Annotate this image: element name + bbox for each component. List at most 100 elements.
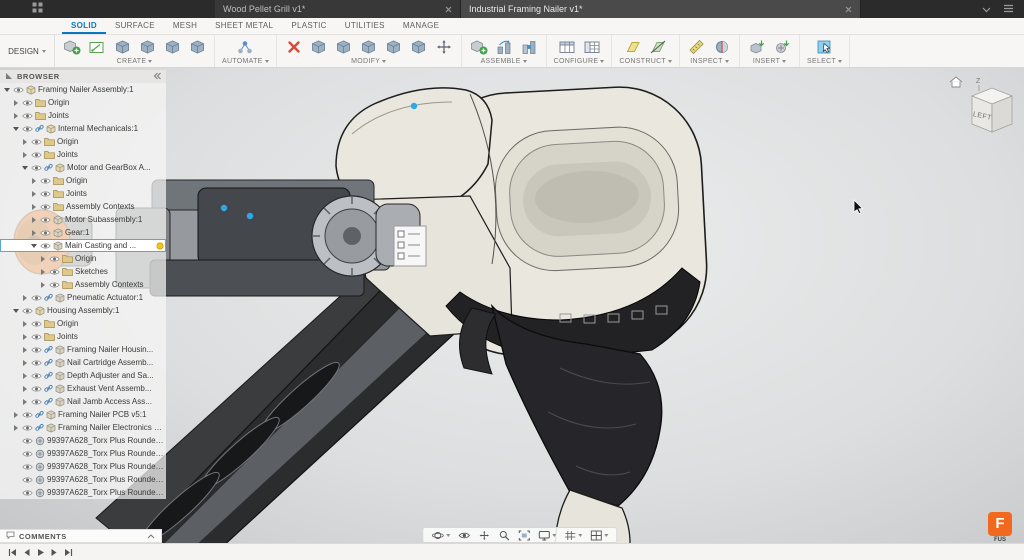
viewports-button[interactable] [590,530,608,541]
visibility-eye-icon[interactable] [22,489,33,497]
toolbar-group-label[interactable]: CREATE [117,56,153,66]
combine-button[interactable] [384,38,404,56]
fit-button[interactable] [518,530,530,541]
fillet-button[interactable] [334,38,354,56]
visibility-eye-icon[interactable] [22,307,33,315]
browser-item[interactable]: Depth Adjuster and Sa... [0,369,166,382]
browser-item[interactable]: 99397A628_Torx Plus Rounded He... [0,434,166,447]
expand-right-icon[interactable] [12,111,20,120]
visibility-eye-icon[interactable] [22,463,33,471]
ribbon-tab-plastic[interactable]: PLASTIC [282,18,335,34]
primitive-box-button[interactable] [187,38,207,56]
browser-item[interactable]: 99397A628_Torx Plus Rounded He... [0,473,166,486]
ribbon-tab-solid[interactable]: SOLID [62,18,106,34]
zoom-button[interactable] [498,530,510,541]
new-component-assembly-button[interactable] [469,38,489,56]
as-built-joint-button[interactable] [519,38,539,56]
visibility-eye-icon[interactable] [31,346,42,354]
browser-item[interactable]: 99397A628_Torx Plus Rounded He... [0,447,166,460]
display-settings-button[interactable] [538,530,556,541]
expand-right-icon[interactable] [12,410,20,419]
delete-button[interactable] [284,38,304,56]
ribbon-tab-mesh[interactable]: MESH [164,18,206,34]
browser-item[interactable]: 99397A628_Torx Plus Rounded He... [0,486,166,499]
revolve-button[interactable] [137,38,157,56]
expand-right-icon[interactable] [39,280,47,289]
select-button[interactable] [815,38,835,56]
visibility-eye-icon[interactable] [31,138,42,146]
press-pull-button[interactable] [309,38,329,56]
browser-item[interactable]: Sketches [0,265,166,278]
browser-item[interactable]: Framing Nailer PCB v5:1 [0,408,166,421]
ribbon-tab-utilities[interactable]: UTILITIES [336,18,394,34]
browser-header[interactable]: BROWSER [0,70,166,83]
toolbar-group-label[interactable]: SELECT [807,56,842,66]
browser-item[interactable]: Joints [0,330,166,343]
visibility-eye-icon[interactable] [31,320,42,328]
step-back-button[interactable] [22,548,31,557]
visibility-eye-icon[interactable] [31,333,42,341]
sweep-button[interactable] [162,38,182,56]
browser-item[interactable]: 99397A628_Torx Plus Rounded He... [0,460,166,473]
toolbar-group-label[interactable]: AUTOMATE [222,56,269,66]
expand-right-icon[interactable] [30,215,38,224]
expand-down-icon[interactable] [30,241,38,250]
browser-item[interactable]: Gear:1 [0,226,166,239]
browser-item[interactable]: Framing Nailer Assembly:1 [0,83,166,96]
timeline[interactable] [0,543,1024,560]
visibility-eye-icon[interactable] [40,177,51,185]
panel-grip-icon[interactable] [5,72,13,82]
app-grid-icon[interactable] [32,0,43,18]
browser-item[interactable]: Origin [0,174,166,187]
expand-down-icon[interactable] [3,85,11,94]
toolbar-group-label[interactable]: ASSEMBLE [481,56,527,66]
configuration-table-button[interactable] [582,38,602,56]
visibility-eye-icon[interactable] [49,281,60,289]
look-at-button[interactable] [458,531,470,540]
configure-button[interactable] [557,38,577,56]
browser-item[interactable]: Framing Nailer Electronics v5:2 [0,421,166,434]
browser-item[interactable]: Assembly Contexts [0,200,166,213]
toolbar-group-label[interactable]: CONFIGURE [554,56,605,66]
expand-right-icon[interactable] [21,137,29,146]
browser-item[interactable]: Nail Jamb Access Ass... [0,395,166,408]
expand-right-icon[interactable] [12,423,20,432]
visibility-eye-icon[interactable] [22,450,33,458]
tab-list-chevron-icon[interactable] [982,0,991,18]
home-icon[interactable] [950,77,962,87]
browser-item[interactable]: Framing Nailer Housin... [0,343,166,356]
visibility-eye-icon[interactable] [22,125,33,133]
pan-button[interactable] [478,530,490,541]
insert-mcmaster-button[interactable] [772,38,792,56]
expand-comments-icon[interactable] [147,532,155,541]
browser-item[interactable]: Joints [0,187,166,200]
manipulator-handle[interactable] [221,205,227,211]
grid-and-snaps-button[interactable] [564,530,582,541]
collapse-panel-icon[interactable] [153,72,161,82]
expand-right-icon[interactable] [21,293,29,302]
step-forward-button[interactable] [50,548,59,557]
visibility-eye-icon[interactable] [31,164,42,172]
section-analysis-button[interactable] [712,38,732,56]
toolbar-group-label[interactable]: INSERT [753,56,786,66]
toolbar-group-label[interactable]: MODIFY [351,56,386,66]
workspace-selector[interactable]: DESIGN [0,35,55,67]
visibility-eye-icon[interactable] [22,99,33,107]
expand-right-icon[interactable] [21,345,29,354]
expand-right-icon[interactable] [39,254,47,263]
expand-right-icon[interactable] [30,202,38,211]
expand-right-icon[interactable] [21,397,29,406]
visibility-eye-icon[interactable] [31,372,42,380]
ribbon-tab-manage[interactable]: MANAGE [394,18,448,34]
visibility-eye-icon[interactable] [22,112,33,120]
visibility-eye-icon[interactable] [49,268,60,276]
visibility-eye-icon[interactable] [22,411,33,419]
visibility-eye-icon[interactable] [22,437,33,445]
skip-to-end-button[interactable] [64,548,73,557]
document-tab[interactable]: Industrial Framing Nailer v1* [461,0,861,18]
visibility-eye-icon[interactable] [40,190,51,198]
ribbon-tab-sheet-metal[interactable]: SHEET METAL [206,18,282,34]
expand-right-icon[interactable] [21,150,29,159]
measure-button[interactable] [687,38,707,56]
expand-right-icon[interactable] [21,371,29,380]
